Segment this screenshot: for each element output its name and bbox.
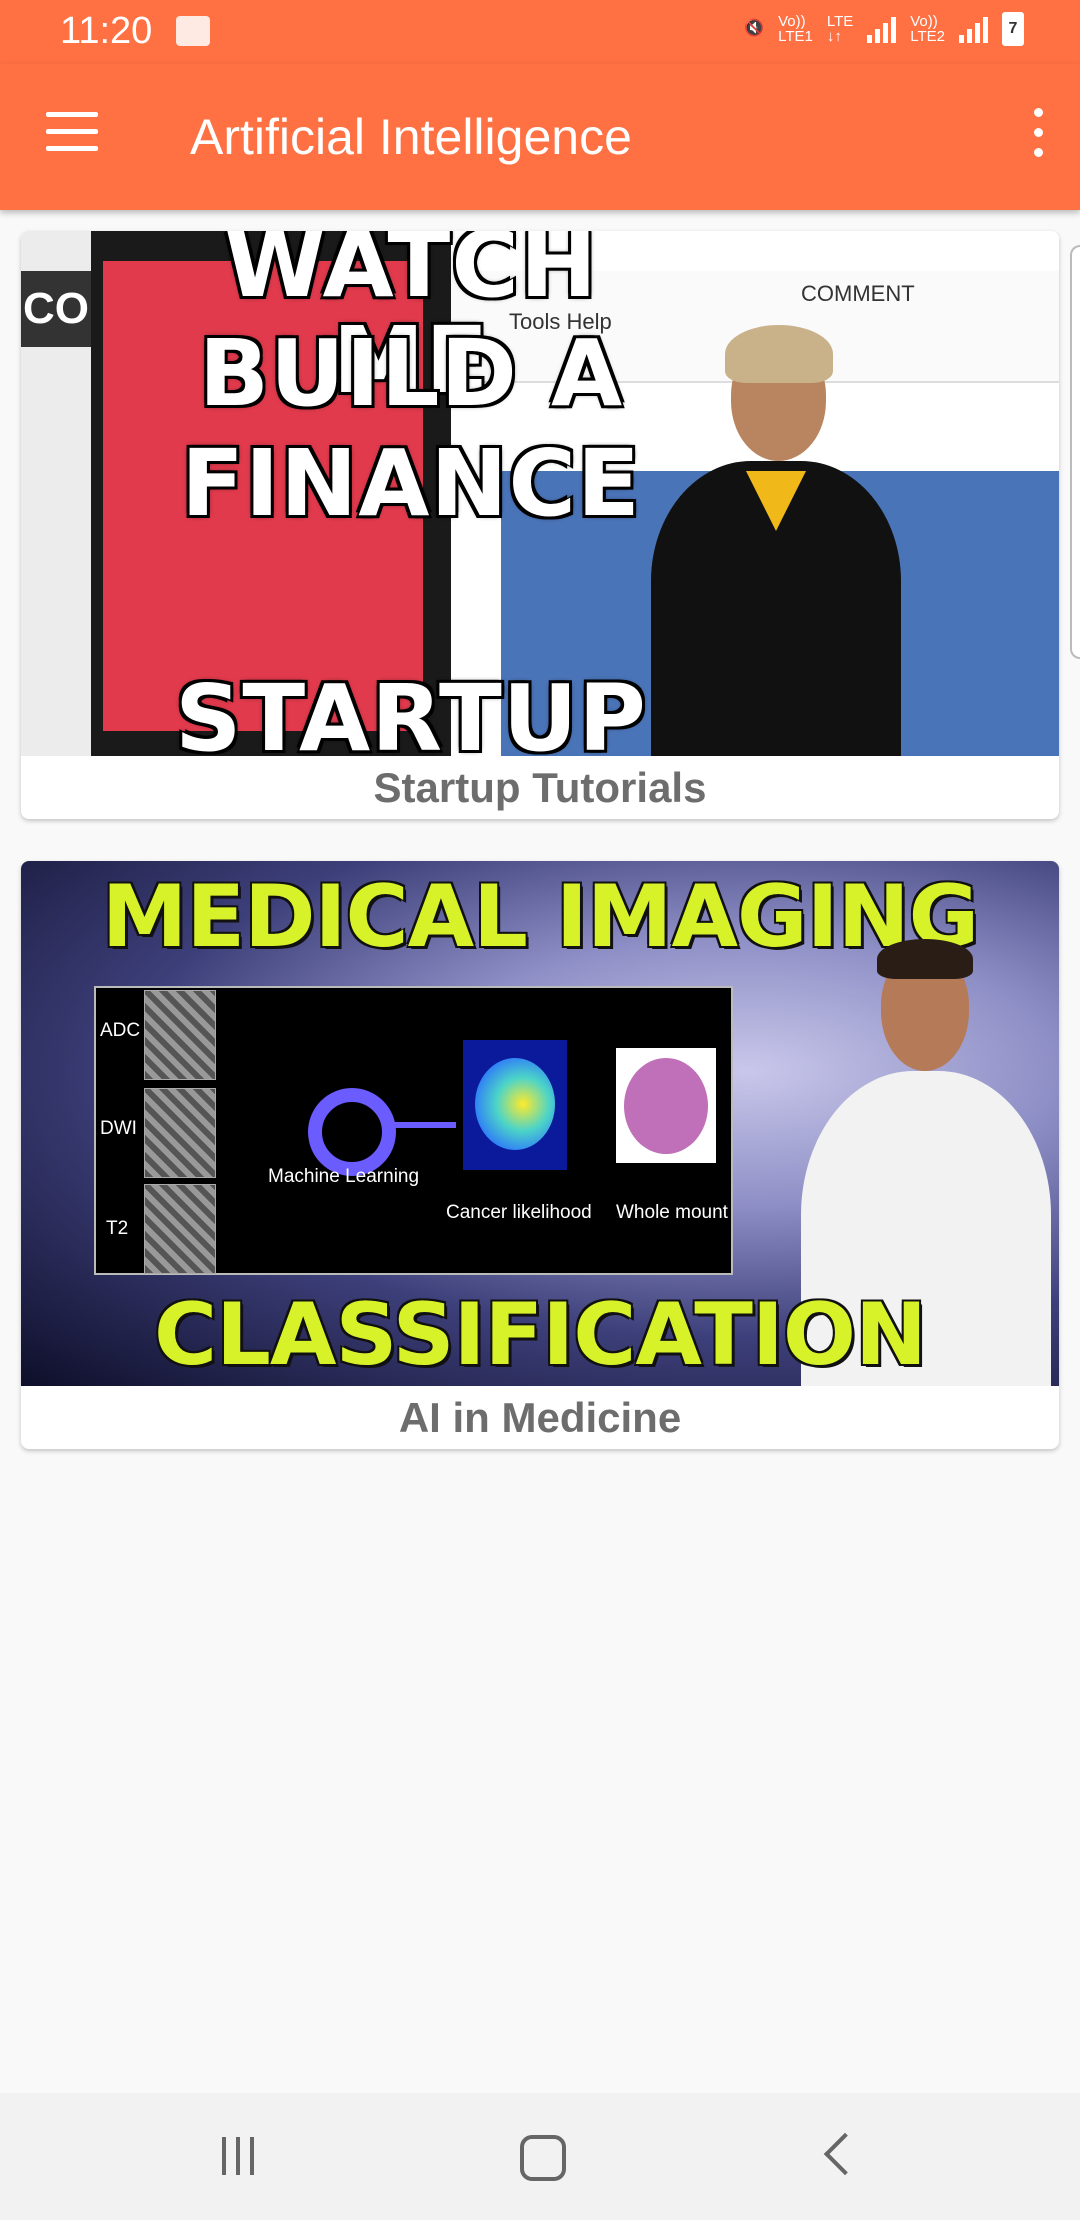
sim1-indicator: Vo)) LTE1 xyxy=(778,13,813,45)
back-icon[interactable] xyxy=(823,2132,867,2176)
ml-ring-icon xyxy=(308,1088,396,1176)
row-label-dwi: DWI xyxy=(100,1118,137,1139)
more-vert-icon[interactable] xyxy=(1016,104,1060,162)
whole-mount-label: Whole mount xyxy=(616,1202,728,1223)
status-time: 11:20 xyxy=(60,10,153,52)
card-title: AI in Medicine xyxy=(398,1394,682,1441)
sim2-indicator: Vo)) LTE2 xyxy=(910,13,945,45)
thumb-headline-4: STARTUP xyxy=(175,665,647,757)
mri-scan-t2 xyxy=(144,1184,216,1274)
card-thumbnail[interactable]: CO Tools Help COMMENT WATCH ME BUILD A F… xyxy=(21,231,1059,756)
system-nav-bar xyxy=(0,2093,1080,2220)
mri-scan-adc xyxy=(144,990,216,1080)
thumb-bottom-title: CLASSIFICATION xyxy=(154,1285,927,1385)
page-title: Artificial Intelligence xyxy=(190,109,632,165)
card-title: Startup Tutorials xyxy=(373,764,707,811)
arrow-icon xyxy=(386,1122,456,1128)
video-card-startup[interactable]: CO Tools Help COMMENT WATCH ME BUILD A F… xyxy=(21,231,1059,819)
home-icon[interactable] xyxy=(520,2135,566,2181)
video-card-medicine[interactable]: MEDICAL IMAGING ADC DWI T2 Machine Learn… xyxy=(21,861,1059,1449)
histology-image xyxy=(616,1048,716,1163)
hamburger-menu-icon[interactable] xyxy=(46,112,98,152)
status-icons: 🔇 Vo)) LTE1 LTE ↓↑ Vo)) LTE2 7 xyxy=(744,12,1024,46)
ml-label: Machine Learning xyxy=(268,1166,420,1187)
wifi-icon xyxy=(176,16,210,46)
row-label-t2: T2 xyxy=(106,1218,129,1239)
thumb-diagram-panel: ADC DWI T2 Machine Learning Cancer likel… xyxy=(94,986,733,1275)
cancer-label: Cancer likelihood xyxy=(446,1202,592,1223)
thumb-headline-2: BUILD A xyxy=(198,320,624,427)
thumb-side-text: CO xyxy=(21,271,91,347)
heatmap-image xyxy=(463,1040,567,1170)
thumb-comment-text: COMMENT xyxy=(801,281,915,306)
app-bar: Artificial Intelligence xyxy=(0,64,1080,210)
battery-icon: 7 xyxy=(1002,12,1024,46)
drawer-edge-handle[interactable] xyxy=(1070,245,1080,659)
signal-icon xyxy=(867,15,897,43)
recent-apps-icon[interactable] xyxy=(218,2137,258,2177)
card-thumbnail[interactable]: MEDICAL IMAGING ADC DWI T2 Machine Learn… xyxy=(21,861,1059,1386)
mute-icon: 🔇 xyxy=(744,20,765,37)
signal-icon-2 xyxy=(959,15,988,43)
status-bar: 11:20 🔇 Vo)) LTE1 LTE ↓↑ Vo)) LTE2 7 xyxy=(0,0,1080,64)
thumb-headline-3: FINANCE xyxy=(181,430,641,537)
mri-scan-dwi xyxy=(144,1088,216,1178)
row-label-adc: ADC xyxy=(100,1020,141,1041)
lte-indicator: LTE ↓↑ xyxy=(826,13,854,45)
